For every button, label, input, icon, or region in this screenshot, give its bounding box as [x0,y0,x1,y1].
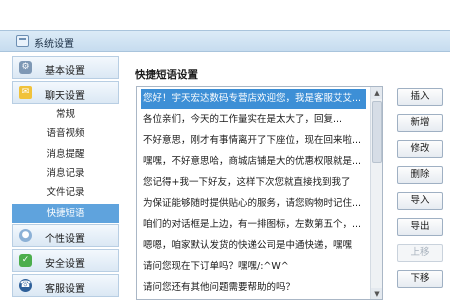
list-item[interactable]: 嗯嗯，咱家默认发货的快递公司是中通快递，嘿嘿 [141,236,366,256]
move-down-button[interactable]: 下移 [397,270,443,288]
sidebar-category-label: 聊天设置 [45,91,85,102]
list-item[interactable]: 请问您现在下订单吗？嘿嘿/:^W^ [141,257,366,277]
scrollbar-thumb[interactable] [372,101,382,163]
add-button[interactable]: 新增 [397,114,443,132]
section-title: 快捷短语设置 [135,69,198,81]
settings-sidebar: ⚙ 基本设置 ✉ 聊天设置 常规 语音视频 消息提醒 消息记录 文件记录 快捷短… [12,54,119,300]
list-item[interactable]: 您好！宇天宏达数码专营店欢迎您，我是客服艾艾... [141,89,366,109]
list-item[interactable]: 咱们的对话框是上边，有一排图标，左数第五个，... [141,215,366,235]
sidebar-item-voice-video[interactable]: 语音视频 [12,124,119,143]
sidebar-category-security[interactable]: ✓ 安全设置 [12,249,119,272]
sidebar-category-label: 安全设置 [45,259,85,270]
list-item[interactable]: 您记得+我一下好友，这样下次您就直接找到我了 [141,173,366,193]
insert-button[interactable]: 插入 [397,88,443,106]
window-titlebar: 系统设置 [0,30,450,52]
sidebar-item-message-history[interactable]: 消息记录 [12,164,119,183]
list-item[interactable]: 请问您还有其他问题需要帮助的吗？ [141,278,366,298]
window-title: 系统设置 [34,39,74,50]
edit-button[interactable]: 修改 [397,140,443,158]
sidebar-category-basic[interactable]: ⚙ 基本设置 [12,56,119,79]
scroll-up-icon[interactable]: ▲ [371,87,382,99]
scroll-down-icon[interactable]: ▼ [371,288,382,299]
list-item[interactable]: 不好意思，刚才有事情离开了下座位，现在回来啦... [141,131,366,151]
sidebar-item-message-alert[interactable]: 消息提醒 [12,145,119,164]
sidebar-category-service[interactable]: ☎ 客服设置 [12,274,119,297]
list-item[interactable]: 为保证能够随时提供贴心的服务，请您购物时记住... [141,194,366,214]
move-up-button[interactable]: 上移 [397,244,443,262]
sidebar-category-personal[interactable]: ● 个性设置 [12,224,119,247]
list-item[interactable]: 各位亲们，今天的工作量实在是太大了，回复... [141,110,366,130]
sidebar-category-label: 基本设置 [45,66,85,77]
sidebar-category-label: 客服设置 [45,284,85,295]
chat-icon: ✉ [19,86,32,99]
sidebar-category-chat[interactable]: ✉ 聊天设置 [12,81,119,104]
window-icon [16,35,29,47]
import-button[interactable]: 导入 [397,192,443,210]
sidebar-item-quick-phrases[interactable]: 快捷短语 [12,204,119,223]
quick-phrase-list[interactable]: 您好！宇天宏达数码专营店欢迎您，我是客服艾艾... 各位亲们，今天的工作量实在是… [136,86,383,300]
sidebar-item-general[interactable]: 常规 [12,105,119,124]
sidebar-category-label: 个性设置 [45,234,85,245]
sidebar-item-file-history[interactable]: 文件记录 [12,183,119,202]
list-scrollbar[interactable]: ▲ ▼ [370,87,382,299]
shield-icon: ✓ [19,254,32,267]
delete-button[interactable]: 删除 [397,166,443,184]
export-button[interactable]: 导出 [397,218,443,236]
list-item[interactable]: 嘿嘿，不好意思哈，商城店铺是大的优惠权限就是... [141,152,366,172]
person-icon: ● [19,229,32,242]
settings-icon: ⚙ [19,61,32,74]
service-icon: ☎ [19,279,32,292]
